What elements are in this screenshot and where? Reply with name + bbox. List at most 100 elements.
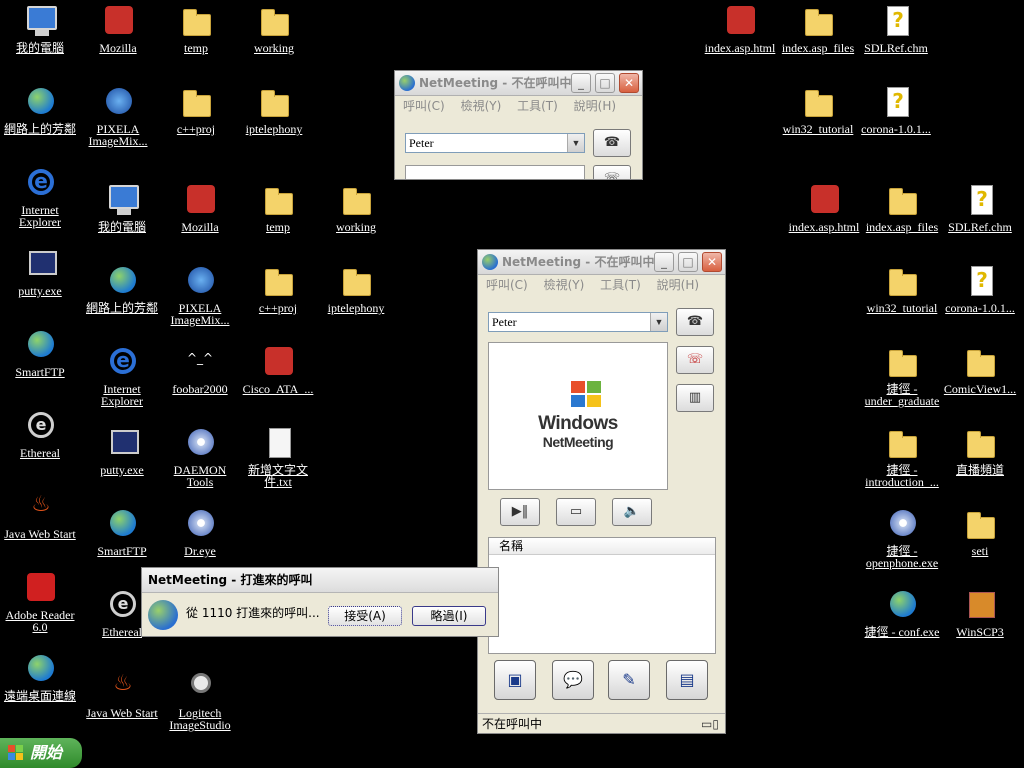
desktop-icon[interactable]: index.asp.html	[784, 181, 864, 253]
desktop-icon[interactable]: e Ethereal	[0, 407, 80, 479]
close-button[interactable]: ✕	[702, 252, 722, 272]
desktop-icon[interactable]: c++proj	[156, 83, 236, 155]
picture-in-picture-button[interactable]: ▭	[556, 498, 596, 526]
menu-tools[interactable]: 工具(T)	[600, 278, 641, 292]
directory-button[interactable]: ▥	[676, 384, 714, 412]
desktop-icon[interactable]: 直播頻道	[940, 424, 1020, 496]
start-button[interactable]: 開始	[0, 738, 82, 768]
desktop-icon[interactable]: c++proj	[238, 262, 318, 334]
desktop-icon[interactable]: ? corona-1.0.1...	[940, 262, 1020, 334]
menu-call[interactable]: 呼叫(C)	[486, 278, 528, 292]
desktop-icon[interactable]: ? corona-1.0.1...	[856, 83, 936, 155]
desktop-icon[interactable]: 捷徑 - under_graduate	[862, 343, 942, 415]
desktop-icon[interactable]: e Internet Explorer	[82, 343, 162, 415]
file-transfer-button[interactable]: ▤	[666, 660, 708, 700]
desktop-icon[interactable]: win32_tutorial	[862, 262, 942, 334]
menu-help[interactable]: 說明(H)	[657, 278, 699, 292]
netmeeting-icon	[482, 254, 498, 270]
desktop-icon[interactable]: DAEMON Tools	[160, 424, 240, 496]
desktop-icon[interactable]: index.asp.html	[700, 2, 780, 74]
folder-icon	[261, 183, 295, 217]
place-call-button[interactable]: ☎	[676, 308, 714, 336]
desktop-icon[interactable]: ♨ Java Web Start	[0, 488, 80, 560]
desktop-icon[interactable]: 捷徑 - conf.exe	[862, 586, 942, 658]
menu-tools[interactable]: 工具(T)	[517, 99, 558, 113]
desktop-icon[interactable]: iptelephony	[316, 262, 396, 334]
menu-view[interactable]: 檢視(Y)	[544, 278, 585, 292]
winscp-icon	[963, 588, 997, 622]
netmeeting-window[interactable]: NetMeeting - 不在呼叫中 _ □ ✕ 呼叫(C) 檢視(Y) 工具(…	[477, 249, 726, 734]
audio-adjust-button[interactable]: 🔈	[612, 498, 652, 526]
address-combo[interactable]: Peter ▼	[488, 312, 668, 332]
logo-windows-text: Windows	[538, 413, 618, 434]
desktop-icon-label: iptelephony	[245, 122, 303, 136]
desktop-icon[interactable]: 我的電腦	[82, 181, 162, 253]
close-button[interactable]: ✕	[619, 73, 639, 93]
desktop-icon[interactable]: Logitech ImageStudio	[160, 667, 240, 739]
address-combo[interactable]: Peter ▼	[405, 133, 585, 153]
desktop-icon[interactable]: 網路上的芳鄰	[0, 83, 80, 155]
incoming-call-dialog[interactable]: NetMeeting - 打進來的呼叫 從 1110 打進來的呼叫... 接受(…	[141, 567, 499, 637]
whiteboard-button[interactable]: ✎	[608, 660, 650, 700]
desktop-icon[interactable]: PIXELA ImageMix...	[78, 83, 158, 155]
folder-icon	[257, 85, 291, 119]
windows-logo-icon	[571, 381, 603, 409]
desktop-icon[interactable]: 遠端桌面連線	[0, 650, 80, 722]
desktop-icon[interactable]: ♨ Java Web Start	[82, 667, 162, 739]
desktop-icon[interactable]: Mozilla	[78, 2, 158, 74]
desktop-icon[interactable]: 捷徑 - introduction_...	[862, 424, 942, 496]
desktop-icon[interactable]: Adobe Reader 6.0	[0, 569, 80, 641]
desktop-icon[interactable]: 我的電腦	[0, 2, 80, 74]
title-bar[interactable]: NetMeeting - 不在呼叫中 _ □ ✕	[395, 71, 642, 96]
desktop-icon[interactable]: ? SDLRef.chm	[940, 181, 1020, 253]
desktop-icon[interactable]: 捷徑 - openphone.exe	[862, 505, 942, 577]
menu-help[interactable]: 說明(H)	[574, 99, 616, 113]
end-call-button[interactable]: ☏	[676, 346, 714, 374]
desktop-icon[interactable]: ComicView1...	[940, 343, 1020, 415]
desktop-icon[interactable]: index.asp_files	[862, 181, 942, 253]
chevron-down-icon[interactable]: ▼	[650, 313, 667, 331]
desktop-icon[interactable]: win32_tutorial	[778, 83, 858, 155]
desktop-icon[interactable]: Mozilla	[160, 181, 240, 253]
desktop-icon[interactable]: e Internet Explorer	[0, 164, 80, 236]
minimize-button[interactable]: _	[571, 73, 591, 93]
desktop-icon[interactable]: ? SDLRef.chm	[856, 2, 936, 74]
menu-call[interactable]: 呼叫(C)	[403, 99, 445, 113]
chat-button[interactable]: 💬	[552, 660, 594, 700]
name-column-header[interactable]: 名稱	[489, 538, 715, 555]
place-call-button[interactable]: ☎	[593, 129, 631, 157]
menu-view[interactable]: 檢視(Y)	[461, 99, 502, 113]
folder-icon	[339, 264, 373, 298]
share-program-button[interactable]: ▣	[494, 660, 536, 700]
desktop-icon-label: WinSCP3	[956, 625, 1004, 639]
netmeeting-window-background[interactable]: NetMeeting - 不在呼叫中 _ □ ✕ 呼叫(C) 檢視(Y) 工具(…	[394, 70, 643, 180]
desktop-icon[interactable]: 新增文字文件.txt	[238, 424, 318, 496]
desktop-icon[interactable]: 網路上的芳鄰	[82, 262, 162, 334]
desktop-icon[interactable]: PIXELA ImageMix...	[160, 262, 240, 334]
desktop-icon[interactable]: SmartFTP	[0, 326, 80, 398]
minimize-button[interactable]: _	[654, 252, 674, 272]
desktop-icon[interactable]: working	[234, 2, 314, 74]
desktop-icon[interactable]: ^_^ foobar2000	[160, 343, 240, 415]
desktop-icon[interactable]: index.asp_files	[778, 2, 858, 74]
desktop-icon[interactable]: working	[316, 181, 396, 253]
desktop-icon[interactable]: putty.exe	[82, 424, 162, 496]
dialog-title: NetMeeting - 打進來的呼叫	[142, 568, 498, 593]
maximize-button[interactable]: □	[678, 252, 698, 272]
chevron-down-icon[interactable]: ▼	[567, 134, 584, 152]
play-pause-button[interactable]: ▶‖	[500, 498, 540, 526]
title-bar[interactable]: NetMeeting - 不在呼叫中 _ □ ✕	[478, 250, 725, 275]
desktop-icon[interactable]: WinSCP3	[940, 586, 1020, 658]
desktop-icon[interactable]: Cisco_ATA_...	[238, 343, 318, 415]
maximize-button[interactable]: □	[595, 73, 615, 93]
desktop-icon[interactable]: temp	[238, 181, 318, 253]
end-call-button[interactable]: ☏	[593, 165, 631, 179]
desktop-icon[interactable]: iptelephony	[234, 83, 314, 155]
participant-list[interactable]: 名稱	[488, 537, 716, 654]
ignore-button[interactable]: 略過(I)	[412, 606, 486, 626]
desktop-icon[interactable]: putty.exe	[0, 245, 80, 317]
accept-button[interactable]: 接受(A)	[328, 606, 402, 626]
desktop-icon[interactable]: temp	[156, 2, 236, 74]
mozilla-icon	[101, 4, 135, 38]
desktop-icon[interactable]: seti	[940, 505, 1020, 577]
